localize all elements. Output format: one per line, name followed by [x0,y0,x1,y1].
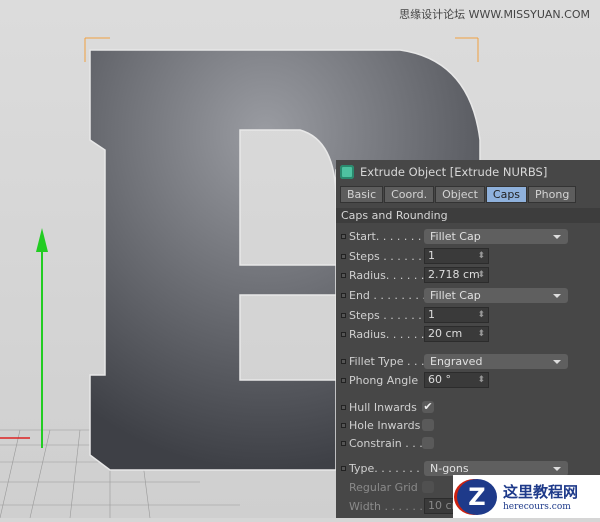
logo-url: herecours.com [503,502,571,512]
animate-dot[interactable] [341,233,346,239]
animate-dot[interactable] [341,292,346,298]
label: Hull Inwards [349,400,417,414]
label: Start. . . . . . . . [349,229,424,243]
animate-dot[interactable] [341,358,346,364]
row-phong-angle: Phong Angle 60 ° [336,371,600,389]
tab-phong[interactable]: Phong [528,186,577,203]
fillet-type-dropdown[interactable]: Engraved [424,353,568,369]
phong-angle-input[interactable]: 60 ° [424,372,489,388]
animate-dot[interactable] [341,377,346,383]
row-end: End . . . . . . . . Fillet Cap [336,286,600,304]
label: Steps . . . . . . . [349,308,424,322]
site-logo: Z 这里教程网 herecours.com [453,475,600,518]
label: Fillet Type . . . [349,354,424,368]
row-fillet-type: Fillet Type . . . Engraved [336,352,600,370]
end-radius-input[interactable]: 20 cm [424,326,489,342]
animate-dot[interactable] [341,272,346,278]
label: Radius. . . . . . [349,268,424,282]
animate-dot[interactable] [341,312,346,318]
attributes-panel: Extrude Object [Extrude NURBS] Basic Coo… [336,160,600,518]
label: Radius. . . . . . [349,327,424,341]
end-steps-input[interactable]: 1 [424,307,489,323]
row-steps-start: Steps . . . . . . .1 [336,247,600,265]
type-dropdown[interactable]: N-gons [424,460,568,476]
hole-inwards-checkbox[interactable] [422,419,434,431]
hull-inwards-checkbox[interactable]: ✔ [422,401,434,413]
tab-coord[interactable]: Coord. [384,186,435,203]
row-radius-end: Radius. . . . . . 20 cm [336,325,600,343]
animate-dot[interactable] [341,465,346,471]
start-steps-input[interactable]: 1 [424,248,489,264]
constrain-checkbox[interactable] [422,437,434,449]
animate-dot[interactable] [341,404,346,410]
label: Phong Angle [349,373,419,387]
animate-dot[interactable] [341,422,346,428]
animate-dot[interactable] [341,253,346,259]
label: Hole Inwards [349,418,421,432]
tab-object[interactable]: Object [435,186,485,203]
label: Type. . . . . . . . [349,461,424,475]
row-hull-inwards: Hull Inwards ✔ [336,398,600,416]
y-axis-arrow [36,228,48,252]
logo-mark: Z [457,478,497,515]
row-radius-start: Radius. . . . . . 2.718 cm [336,266,600,284]
animate-dot[interactable] [341,331,346,337]
tab-bar: Basic Coord. Object Caps Phong [340,186,577,203]
animate-dot[interactable] [341,440,346,446]
regular-grid-checkbox[interactable] [422,481,434,493]
label: Width . . . . . . [349,499,423,513]
panel-title: Extrude Object [Extrude NURBS] [340,163,547,181]
tab-basic[interactable]: Basic [340,186,384,203]
watermark-text: 思缘设计论坛 WWW.MISSYUAN.COM [399,8,590,21]
logo-title: 这里教程网 [503,483,579,501]
label: End . . . . . . . . [349,288,424,302]
start-radius-input[interactable]: 2.718 cm [424,267,489,283]
row-start: Start. . . . . . . . Fillet Cap [336,227,600,245]
label: Constrain . . . [349,436,423,450]
label: Regular Grid [349,480,418,494]
row-hole-inwards: Hole Inwards [336,416,600,434]
row-steps-end: Steps . . . . . . .1 [336,306,600,324]
label: Steps . . . . . . . [349,249,424,263]
row-constrain: Constrain . . . [336,434,600,452]
check-icon: ✔ [423,400,433,413]
extrude-object-icon [340,165,354,179]
start-dropdown[interactable]: Fillet Cap [424,228,568,244]
panel-title-text: Extrude Object [Extrude NURBS] [360,165,548,179]
end-dropdown[interactable]: Fillet Cap [424,287,568,303]
tab-caps[interactable]: Caps [485,186,528,203]
section-header: Caps and Rounding [336,208,600,223]
